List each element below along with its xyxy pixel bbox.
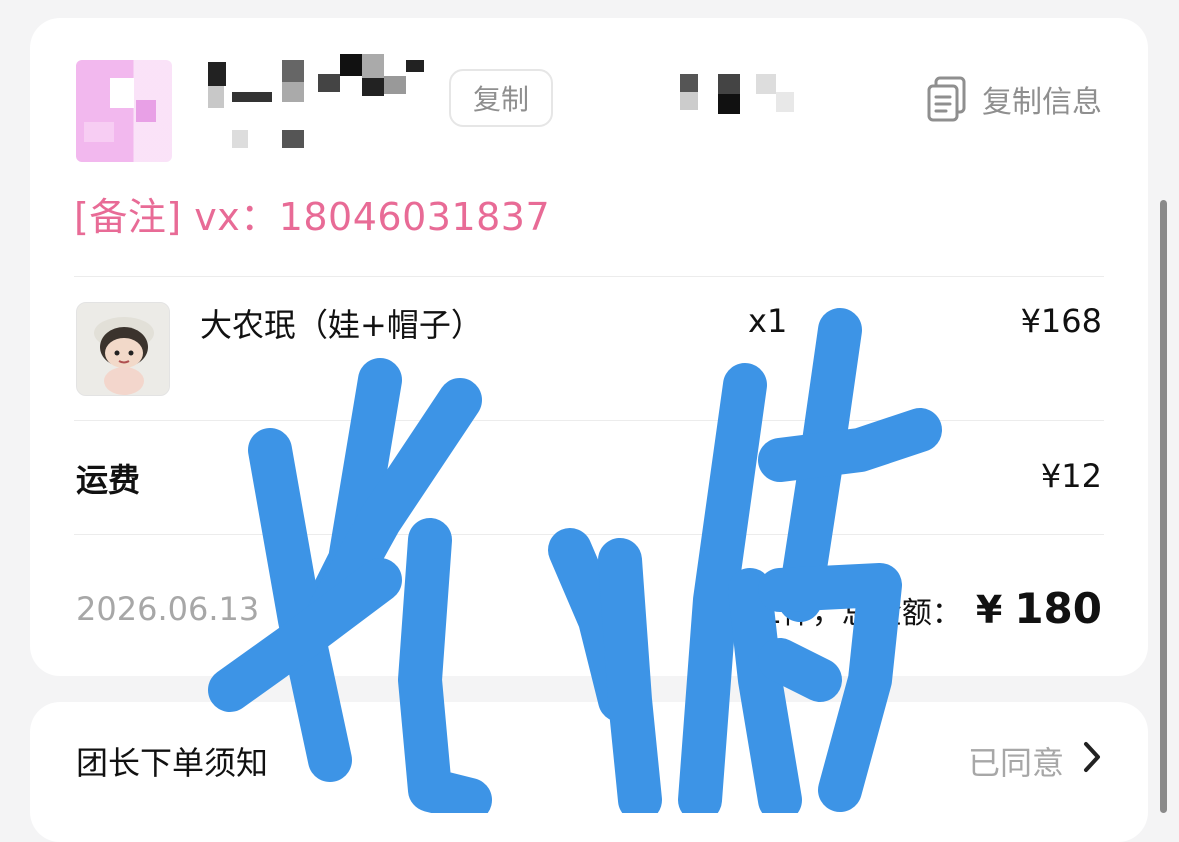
notice-status-label: 已同意 [967,744,1064,782]
copy-document-icon [926,76,968,122]
copy-name-button[interactable]: 复制 [449,69,553,127]
divider [74,420,1104,421]
scrollbar[interactable] [1160,200,1167,813]
order-date: 2026.06.13 [76,590,260,628]
notice-card[interactable]: 团长下单须知 已同意 [30,702,1148,842]
copy-info-button[interactable]: 复制信息 [926,74,1102,124]
product-thumbnail[interactable] [76,302,170,396]
order-summary: 共1件，总金额： ¥ 180 [733,584,1102,633]
copy-info-label: 复制信息 [982,85,1102,120]
order-card: 复制 复制信息 [备注] vx：18046031837 大农珉（娃+帽子） x1… [30,18,1148,676]
divider [74,534,1104,535]
buyer-name-redacted [208,54,430,148]
divider [74,276,1104,277]
shipping-label: 运费 [76,461,141,499]
buyer-phone-redacted [680,74,796,114]
product-title[interactable]: 大农珉（娃+帽子） [200,300,483,346]
notice-title: 团长下单须知 [76,744,269,782]
order-remark: [备注] vx：18046031837 [74,195,551,239]
summary-text: 共1件，总金额： [732,596,962,631]
product-price: ¥168 [1020,302,1102,340]
summary-total: 180 [1014,584,1102,633]
summary-currency: ¥ [975,588,1003,632]
product-quantity: x1 [748,302,788,340]
shipping-price: ¥12 [1040,457,1102,495]
chevron-right-icon [1082,740,1102,782]
buyer-avatar [76,60,172,162]
notice-status[interactable]: 已同意 [968,738,1102,784]
